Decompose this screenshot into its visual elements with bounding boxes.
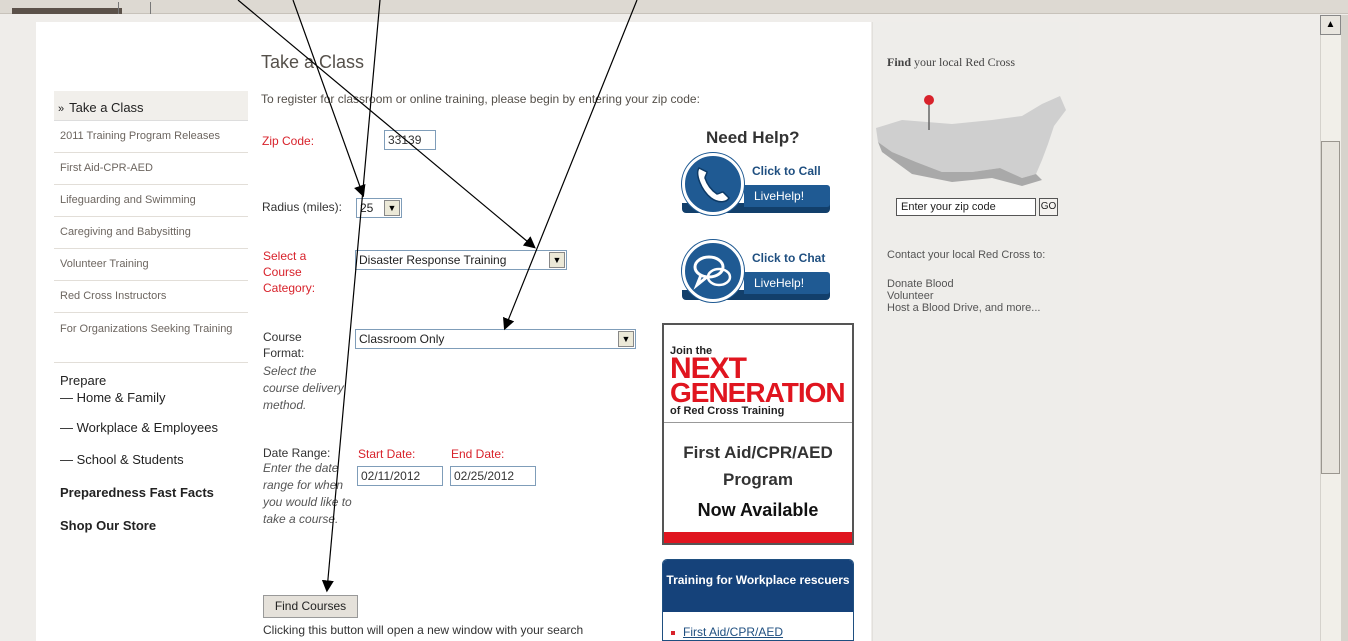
dropdown-arrow-icon[interactable]: ▼ [618, 331, 634, 347]
nav-item-home-family[interactable]: — Home & Family [54, 390, 248, 405]
ad-divider [664, 422, 852, 423]
contact-text: Contact your local Red Cross to: [887, 249, 1046, 261]
nav-item-shop[interactable]: Shop Our Store [54, 518, 248, 533]
workplace-training-box: Training for Workplace rescuers First Ai… [662, 559, 854, 641]
nav-item-take-a-class[interactable]: » Take a Class [54, 91, 248, 121]
click-to-chat-text[interactable]: Click to Chat [752, 251, 825, 265]
nav-item-label: Take a Class [69, 100, 144, 115]
nav-item-caregiving[interactable]: Caregiving and Babysitting [54, 217, 248, 249]
nav-item-workplace[interactable]: — Workplace & Employees [54, 420, 248, 435]
toolbar-tab [12, 8, 122, 14]
training-link-first-aid[interactable]: First Aid/CPR/AED [671, 625, 783, 639]
nav-item-prepare[interactable]: Prepare [54, 373, 248, 388]
window-edge [1341, 15, 1348, 641]
sidebar-link-donate-blood[interactable]: Donate Blood [887, 278, 954, 290]
next-generation-ad[interactable]: Join the NEXT GENERATION of Red Cross Tr… [662, 323, 854, 545]
scrollbar-thumb[interactable] [1321, 141, 1340, 474]
nav-item-instructors[interactable]: Red Cross Instructors [54, 281, 248, 313]
toolbar-divider [150, 2, 151, 14]
nav-item-first-aid[interactable]: First Aid-CPR-AED [54, 153, 248, 185]
nav-item-fast-facts[interactable]: Preparedness Fast Facts [54, 485, 248, 500]
radius-select[interactable]: 25 ▼ [356, 198, 402, 218]
date-range-hint: Enter the date range for when you would … [263, 461, 352, 526]
format-select[interactable]: Classroom Only ▼ [355, 329, 636, 349]
left-nav: » Take a Class 2011 Training Program Rele… [54, 91, 248, 533]
radius-label: Radius (miles): [262, 200, 343, 214]
sidebar-go-button[interactable]: GO [1039, 198, 1058, 216]
chat-bubble-icon[interactable] [682, 240, 744, 302]
scroll-up-arrow-icon[interactable]: ▲ [1320, 15, 1341, 35]
dropdown-arrow-icon[interactable]: ▼ [384, 200, 400, 216]
nav-item-volunteer-training[interactable]: Volunteer Training [54, 249, 248, 281]
chevron-right-icon: » [58, 103, 65, 115]
sidebar-zip-input[interactable]: Enter your zip code [896, 198, 1036, 216]
nav-item-training-releases[interactable]: 2011 Training Program Releases [54, 121, 248, 153]
category-label: Select a Course Category: [263, 249, 316, 295]
click-to-chat-widget[interactable]: LiveHelp! Click to Chat [682, 240, 830, 302]
click-to-call-text[interactable]: Click to Call [752, 164, 821, 178]
nav-item-organizations[interactable]: For Organizations Seeking Training [54, 313, 248, 363]
find-rest-text: your local Red Cross [911, 55, 1016, 69]
ad-of-text: of Red Cross Training [670, 405, 785, 417]
category-value: Disaster Response Training [359, 253, 507, 267]
category-select[interactable]: Disaster Response Training ▼ [355, 250, 567, 270]
format-value: Classroom Only [359, 332, 445, 346]
find-courses-note: Clicking this button will open a new win… [263, 623, 584, 637]
page-title: Take a Class [261, 52, 365, 72]
intro-text: To register for classroom or online trai… [261, 92, 700, 106]
radius-value: 25 [360, 201, 374, 215]
date-range-label: Date Range: [263, 446, 331, 460]
find-bold-text: Find [887, 55, 912, 69]
us-map-icon[interactable] [872, 90, 1072, 190]
nav-item-lifeguarding[interactable]: Lifeguarding and Swimming [54, 185, 248, 217]
ad-program-line1: First Aid/CPR/AED [683, 443, 833, 462]
start-date-label: Start Date: [358, 447, 416, 461]
toolbar-divider [118, 2, 119, 14]
format-hint: Select the course delivery method. [263, 364, 344, 412]
sidebar-link-volunteer[interactable]: Volunteer [887, 290, 933, 302]
top-toolbar [0, 0, 1348, 14]
nav-item-school[interactable]: — School & Students [54, 452, 248, 467]
end-date-input[interactable]: 02/25/2012 [450, 466, 536, 486]
ad-program-line2: Program [723, 470, 793, 489]
find-courses-button[interactable]: Find Courses [263, 595, 358, 618]
format-label: Course Format: [263, 330, 305, 360]
training-link-label[interactable]: First Aid/CPR/AED [683, 625, 783, 639]
ad-available-text: Now Available [697, 500, 819, 520]
livehelp-chat-label[interactable]: LiveHelp! [744, 272, 830, 294]
need-help-title: Need Help? [706, 128, 800, 147]
zip-label: Zip Code: [262, 134, 315, 148]
find-local-heading: Find your local Red Cross [887, 55, 1015, 70]
ad-red-bar [664, 532, 852, 543]
bullet-icon [671, 630, 675, 635]
training-box-title: Training for Workplace rescuers [663, 560, 853, 612]
phone-icon[interactable] [682, 153, 744, 215]
livehelp-call-label[interactable]: LiveHelp! [744, 185, 830, 207]
start-date-input[interactable]: 02/11/2012 [357, 466, 443, 486]
dropdown-arrow-icon[interactable]: ▼ [549, 252, 565, 268]
click-to-call-widget[interactable]: LiveHelp! Click to Call [682, 153, 830, 215]
zip-input[interactable]: 33139 [384, 130, 436, 150]
sidebar-link-blood-drive[interactable]: Host a Blood Drive, and more... [887, 302, 1040, 314]
ad-generation-text: GENERATION [670, 377, 846, 408]
end-date-label: End Date: [451, 447, 505, 461]
